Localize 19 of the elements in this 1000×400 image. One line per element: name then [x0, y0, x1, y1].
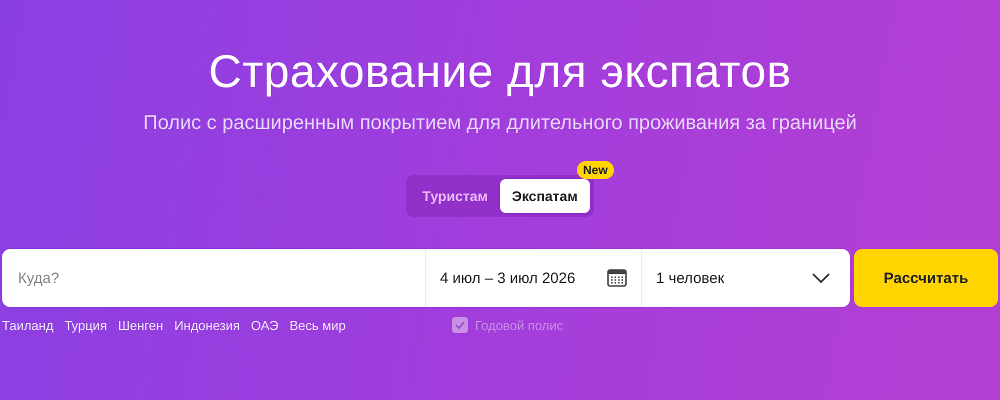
- country-link[interactable]: Таиланд: [2, 318, 54, 332]
- chevron-down-icon: [812, 273, 830, 283]
- page-subtitle: Полис с расширенным покрытием для длительного проживания за границей: [143, 112, 857, 135]
- country-link[interactable]: Шенген: [118, 318, 164, 332]
- date-field[interactable]: 4 июл – 3 июл 2026: [426, 249, 642, 307]
- country-link[interactable]: Индонезия: [174, 318, 240, 332]
- check-icon: [455, 321, 465, 329]
- country-link[interactable]: ОАЭ: [250, 318, 278, 332]
- destination-field[interactable]: Куда?: [2, 249, 426, 307]
- country-link[interactable]: Весь мир: [289, 318, 346, 332]
- audience-tab[interactable]: Туристам: [410, 179, 500, 213]
- annual-policy-label: Годовой полис: [475, 318, 564, 332]
- page-title: Страхование для экспатов: [208, 44, 792, 98]
- new-badge: New: [577, 161, 614, 179]
- calculate-button[interactable]: Рассчитать: [854, 249, 998, 307]
- audience-tab[interactable]: Экспатам: [500, 179, 590, 213]
- country-link[interactable]: Турция: [64, 318, 107, 332]
- travelers-dropdown[interactable]: 1 человек: [642, 249, 850, 307]
- calendar-icon: [607, 269, 627, 287]
